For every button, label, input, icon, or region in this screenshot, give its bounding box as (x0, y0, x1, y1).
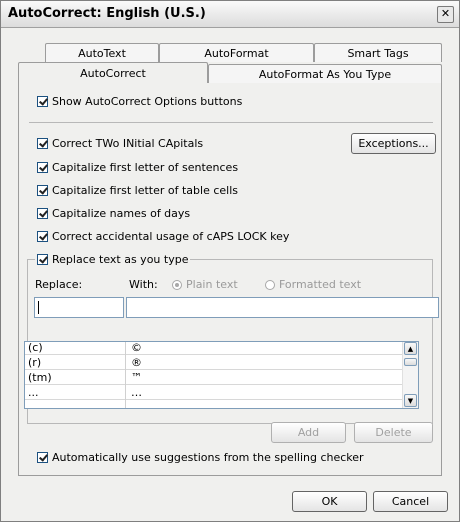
tab-smart-tags[interactable]: Smart Tags (314, 43, 442, 62)
list-item[interactable]: (c) © (25, 342, 405, 355)
capitalize-table-cells-label: Capitalize first letter of table cells (52, 183, 239, 197)
replace-input[interactable] (34, 297, 124, 318)
list-item[interactable]: ... … (25, 387, 405, 400)
caps-lock-label: Correct accidental usage of cAPS LOCK ke… (52, 229, 290, 243)
cancel-button[interactable]: Cancel (373, 491, 448, 512)
suggestions-checkbox[interactable] (37, 451, 48, 463)
plain-text-radio[interactable] (172, 279, 182, 290)
replace-as-you-type-label: Replace text as you type (52, 252, 189, 266)
plain-text-label: Plain text (186, 278, 238, 291)
capitalize-table-cells-row[interactable]: Capitalize first letter of table cells (37, 182, 238, 198)
column-divider (125, 342, 126, 408)
delete-button[interactable]: Delete (354, 422, 433, 443)
with-input[interactable] (126, 297, 439, 318)
title-bar: AutoCorrect: English (U.S.) ✕ (1, 1, 459, 28)
formatted-text-label: Formatted text (279, 278, 362, 291)
list-scrollbar[interactable]: ▲ ▼ (402, 342, 418, 408)
two-initials-row[interactable]: Correct TWo INitial CApitals (37, 135, 203, 151)
suggestions-label: Automatically use suggestions from the s… (52, 450, 364, 464)
capitalize-sentences-checkbox[interactable] (37, 161, 48, 173)
two-initials-label: Correct TWo INitial CApitals (52, 136, 204, 150)
suggestions-row[interactable]: Automatically use suggestions from the s… (37, 449, 364, 465)
scroll-thumb[interactable] (404, 358, 417, 366)
entry-with: … (131, 386, 142, 399)
tab-autoformat-as-you-type[interactable]: AutoFormat As You Type (208, 64, 442, 83)
list-item[interactable]: (tm) ™ (25, 372, 405, 385)
show-options-checkbox[interactable] (37, 95, 48, 107)
ok-button[interactable]: OK (292, 491, 367, 512)
capitalize-sentences-row[interactable]: Capitalize first letter of sentences (37, 159, 238, 175)
capitalize-days-label: Capitalize names of days (52, 206, 191, 220)
replace-label: Replace: (35, 278, 83, 291)
scroll-down-icon[interactable]: ▼ (404, 394, 417, 407)
entry-replace: (tm) (28, 371, 52, 384)
tab-autoformat[interactable]: AutoFormat (159, 43, 314, 62)
entry-with: © (131, 341, 142, 354)
add-button[interactable]: Add (271, 422, 346, 443)
formatted-text-radio[interactable] (265, 279, 275, 290)
window-title: AutoCorrect: English (U.S.) (8, 6, 206, 21)
entry-replace: (r) (28, 356, 42, 369)
two-initials-checkbox[interactable] (37, 137, 48, 149)
autocorrect-dialog: AutoCorrect: English (U.S.) ✕ AutoText A… (0, 0, 460, 522)
formatted-text-option[interactable]: Formatted text (265, 278, 361, 291)
capitalize-days-checkbox[interactable] (37, 207, 48, 219)
capitalize-sentences-label: Capitalize first letter of sentences (52, 160, 239, 174)
with-label: With: (129, 278, 158, 291)
text-caret (38, 301, 39, 314)
show-options-label: Show AutoCorrect Options buttons (52, 94, 243, 108)
caps-lock-row[interactable]: Correct accidental usage of cAPS LOCK ke… (37, 228, 289, 244)
tab-autocorrect[interactable]: AutoCorrect (18, 62, 208, 83)
replace-as-you-type-checkbox[interactable] (37, 253, 48, 265)
list-item[interactable]: (r) ® (25, 357, 405, 370)
entry-with: ™ (131, 371, 142, 384)
entry-replace: (c) (28, 341, 43, 354)
close-icon[interactable]: ✕ (437, 6, 454, 23)
separator (29, 122, 433, 123)
exceptions-button[interactable]: Exceptions... (351, 133, 436, 154)
caps-lock-checkbox[interactable] (37, 230, 48, 242)
entry-with: ® (131, 356, 142, 369)
replace-as-you-type-row[interactable]: Replace text as you type (35, 251, 191, 267)
autocorrect-entries-list[interactable]: (c) © (r) ® (tm) ™ ... … ▲ ▼ (24, 341, 419, 409)
entry-replace: ... (28, 386, 39, 399)
tab-autotext[interactable]: AutoText (45, 43, 159, 62)
capitalize-table-cells-checkbox[interactable] (37, 184, 48, 196)
capitalize-days-row[interactable]: Capitalize names of days (37, 205, 190, 221)
show-options-row[interactable]: Show AutoCorrect Options buttons (37, 93, 242, 109)
plain-text-option[interactable]: Plain text (172, 278, 238, 291)
scroll-up-icon[interactable]: ▲ (404, 342, 417, 355)
